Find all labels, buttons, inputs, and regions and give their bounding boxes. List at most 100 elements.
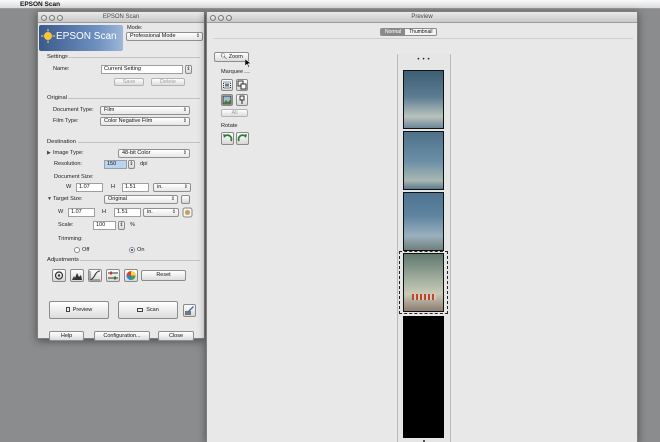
rotate-left-button[interactable]: [221, 132, 234, 145]
delete-marquee-button[interactable]: [236, 94, 248, 106]
mode-label: Mode:: [127, 25, 143, 31]
chevron-down-icon: ⇕: [183, 184, 188, 190]
trimming-on-label: On: [137, 247, 145, 253]
film-strip-marks: •••: [417, 57, 433, 63]
collapse-triangle-icon[interactable]: ▼: [47, 196, 52, 202]
unsharp-mask-button[interactable]: [52, 269, 66, 282]
scale-field[interactable]: 100: [93, 221, 116, 230]
doc-height-field[interactable]: 1.51: [122, 183, 149, 192]
image-adjustment-button[interactable]: [106, 269, 120, 282]
tab-normal[interactable]: Normal: [381, 29, 406, 35]
color-wheel-icon: [126, 271, 136, 280]
menu-bar: EPSON Scan: [0, 0, 660, 9]
trimming-off-radio[interactable]: [74, 247, 80, 253]
target-icon: [54, 271, 64, 280]
color-palette-button[interactable]: [124, 269, 138, 282]
minimize-window-button[interactable]: [49, 14, 55, 21]
film-frame-2[interactable]: [403, 131, 444, 190]
chevron-down-icon: ⇕: [171, 209, 176, 215]
image-type-value: 48-bit Color: [122, 150, 151, 156]
zoom-label: Zoom: [228, 54, 243, 60]
copy-marquee-button[interactable]: [236, 79, 248, 91]
epson-scan-titlebar[interactable]: EPSON Scan: [38, 12, 204, 23]
zoom-window-button[interactable]: [226, 14, 232, 21]
app-menu[interactable]: EPSON Scan: [20, 1, 60, 8]
lock-ratio-icon[interactable]: [182, 207, 193, 218]
preview-titlebar[interactable]: Preview: [207, 12, 637, 23]
window-controls: [210, 14, 232, 21]
tone-curve-button[interactable]: [88, 269, 102, 282]
film-type-label: Film Type:: [53, 118, 79, 124]
auto-locate-button[interactable]: [221, 79, 233, 91]
resolution-dropdown[interactable]: ⇕: [128, 160, 135, 169]
tab-thumbnail[interactable]: Thumbnail: [405, 29, 437, 35]
film-frame-5[interactable]: [403, 316, 444, 438]
document-type-value: Film: [104, 107, 115, 113]
film-frame-3[interactable]: [403, 192, 444, 251]
trimming-label: Trimming:: [58, 236, 83, 242]
logo-text: EPSON Scan: [56, 31, 117, 42]
mode-select[interactable]: Professional Mode ⇕: [126, 32, 203, 41]
mode-value: Professional Mode: [130, 33, 176, 39]
close-window-button[interactable]: [210, 14, 216, 21]
target-height-label: H: [102, 209, 107, 215]
preview-button[interactable]: Preview: [49, 301, 109, 319]
image-type-label: Image Type:: [53, 150, 84, 156]
histogram-button[interactable]: [70, 269, 84, 282]
rotate-right-icon: [237, 134, 247, 142]
scale-unit: %: [130, 222, 135, 228]
trimming-on-radio[interactable]: [129, 247, 135, 253]
resolution-field[interactable]: 150: [104, 160, 127, 169]
selection-marquee[interactable]: [399, 251, 448, 314]
save-button[interactable]: Save: [114, 78, 144, 86]
doc-unit-value: in.: [157, 184, 163, 190]
minimize-window-button[interactable]: [218, 14, 224, 21]
target-size-options-button[interactable]: [181, 195, 190, 204]
scale-stepper[interactable]: ⇕: [118, 221, 125, 230]
zoom-window-button[interactable]: [57, 14, 63, 21]
film-frame-1[interactable]: [403, 70, 444, 129]
delete-button[interactable]: Delete: [151, 78, 185, 86]
destination-header: Destination: [47, 139, 77, 145]
sliders-icon: [108, 271, 118, 280]
epson-scan-window: EPSON Scan EPSON Scan Mode: Professional…: [37, 11, 205, 341]
target-height-field[interactable]: 1.51: [114, 208, 141, 217]
document-type-select[interactable]: Film ⇕: [100, 106, 190, 115]
pin-icon: [239, 95, 245, 104]
doc-width-label: W: [66, 184, 72, 190]
scan-options-button[interactable]: [183, 304, 196, 317]
adjustments-header: Adjustments: [47, 257, 79, 263]
epson-scan-logo: EPSON Scan: [39, 25, 123, 51]
scan-button[interactable]: Scan: [118, 301, 178, 319]
window-controls: [41, 14, 63, 21]
view-tabs: Normal Thumbnail: [380, 28, 438, 36]
document-type-label: Document Type:: [53, 107, 94, 113]
setting-name-stepper[interactable]: ⇕: [185, 65, 192, 74]
image-type-select[interactable]: 48-bit Color ⇕: [118, 149, 190, 158]
rotate-left-icon: [223, 134, 233, 142]
doc-width-field[interactable]: 1.07: [76, 183, 103, 192]
original-header: Original: [47, 95, 67, 101]
preview-label: Preview: [72, 307, 93, 313]
marquee-image-button[interactable]: [221, 94, 233, 106]
target-unit-value: in.: [147, 209, 153, 215]
close-button[interactable]: Close: [158, 331, 194, 341]
zoom-button[interactable]: 🔍︎ Zoom: [214, 52, 249, 62]
mouse-cursor-icon: [245, 59, 252, 68]
reset-button[interactable]: Reset: [141, 270, 186, 281]
target-size-select[interactable]: Original ⇕: [104, 195, 178, 204]
setting-name-field[interactable]: Current Setting: [101, 65, 183, 74]
film-type-select[interactable]: Color Negative Film ⇕: [100, 117, 190, 126]
target-width-field[interactable]: 1.07: [68, 208, 95, 217]
expand-triangle-icon[interactable]: ▶: [47, 150, 51, 156]
chevron-down-icon: ⇕: [182, 118, 187, 124]
preview-window: Preview Normal Thumbnail 🔍︎ Zoom Marquee…: [206, 11, 638, 442]
select-all-button[interactable]: All: [221, 109, 248, 117]
doc-unit-select[interactable]: in. ⇕: [153, 183, 191, 192]
close-window-button[interactable]: [41, 14, 47, 21]
histogram-icon: [72, 273, 82, 280]
target-unit-select[interactable]: in. ⇕: [143, 208, 179, 217]
rotate-right-button[interactable]: [236, 132, 249, 145]
help-button[interactable]: Help: [49, 331, 84, 341]
configuration-button[interactable]: Configuration...: [94, 331, 150, 341]
